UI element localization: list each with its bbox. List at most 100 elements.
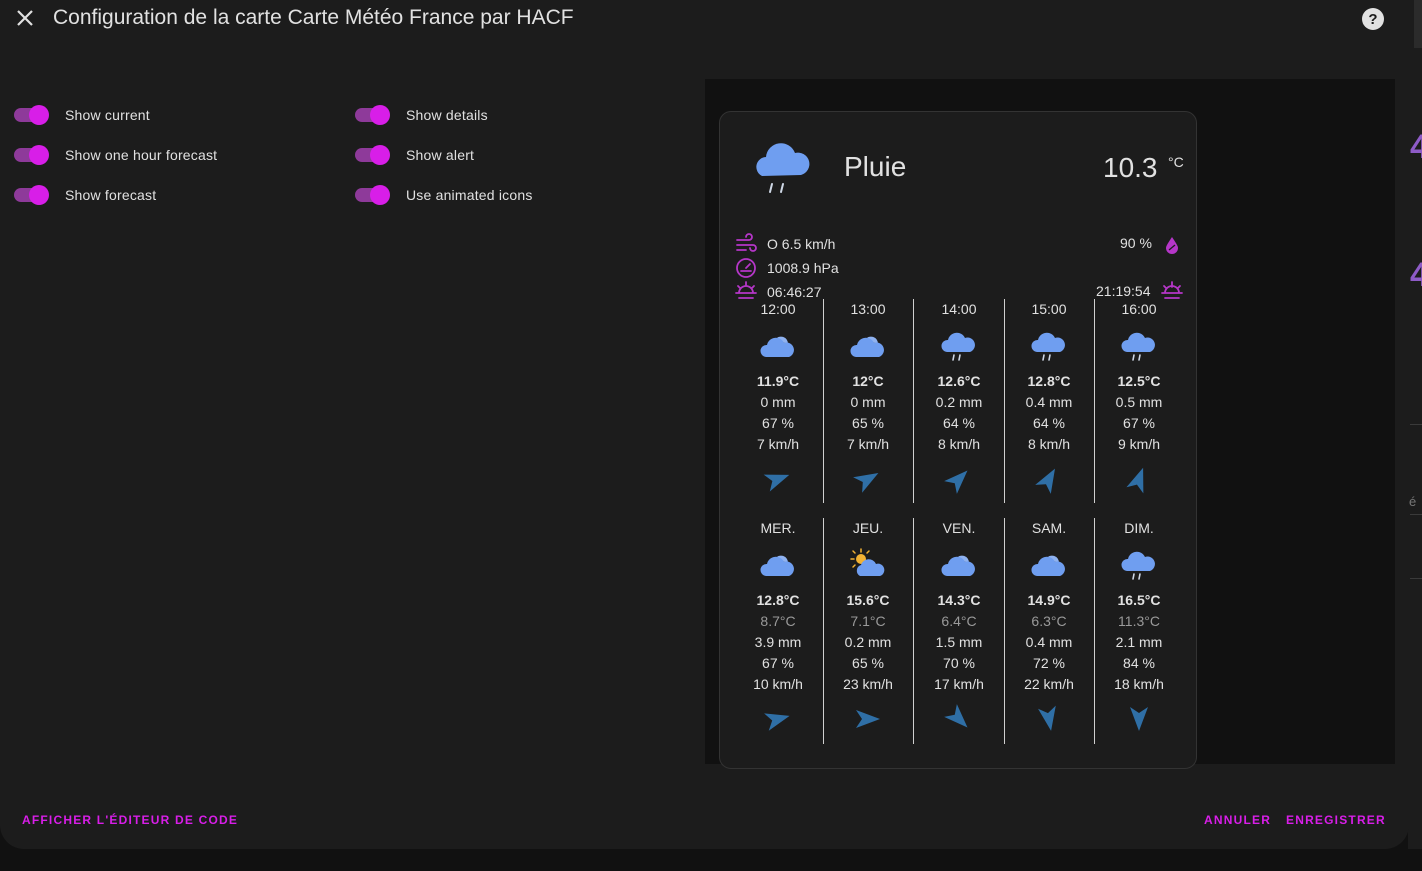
toggle-label: Show one hour forecast <box>65 147 218 163</box>
daily-precipitation: 2.1 mm <box>1115 634 1163 650</box>
daily-temp-low: 6.4°C <box>941 613 977 629</box>
wind-direction-arrow-icon <box>1126 467 1144 494</box>
wind-direction-arrow-icon <box>764 713 790 731</box>
toggle-label: Show forecast <box>65 187 157 203</box>
column-divider <box>913 518 914 744</box>
toggle-show-one-hour-forecast[interactable]: Show one hour forecast <box>12 143 217 167</box>
current-condition: Pluie <box>844 151 907 182</box>
daily-wind-speed: 18 km/h <box>1114 676 1164 692</box>
daily-humidity: 70 % <box>943 655 975 671</box>
daily-temp-low: 6.3°C <box>1031 613 1067 629</box>
daily-column: MER. 12.8°C 8.7°C 3.9 mm 67 % 10 km/h <box>733 518 823 739</box>
dialog-header: Configuration de la carte Carte Météo Fr… <box>0 0 1409 40</box>
daily-temp-high: 14.3°C <box>937 592 981 608</box>
rainy-icon <box>1031 332 1065 361</box>
toggle-switch[interactable] <box>12 145 49 165</box>
column-divider <box>1094 518 1095 744</box>
humidity-value: 90 % <box>1120 235 1152 251</box>
hourly-precipitation: 0.4 mm <box>1025 394 1073 410</box>
hourly-column: 16:00 12.5°C 0.5 mm 67 % 9 km/h <box>1094 299 1184 499</box>
daily-temp-high: 16.5°C <box>1117 592 1161 608</box>
cancel-button[interactable]: ANNULER <box>1204 813 1271 827</box>
hourly-column: 14:00 12.6°C 0.2 mm 64 % 8 km/h <box>914 299 1004 499</box>
wind-direction-arrow-icon <box>1130 707 1148 731</box>
wind-direction-arrow-icon <box>1038 705 1056 731</box>
toggle-switch[interactable] <box>12 105 49 125</box>
background-divider <box>1410 424 1422 425</box>
hourly-column: 13:00 12°C 0 mm 65 % 7 km/h <box>823 299 913 499</box>
cloudy-icon <box>760 336 794 357</box>
hourly-humidity: 67 % <box>1123 415 1155 431</box>
daily-precipitation: 0.2 mm <box>844 634 892 650</box>
background-divider <box>1410 514 1422 515</box>
hourly-humidity: 67 % <box>762 415 794 431</box>
daily-temp-low: 7.1°C <box>850 613 886 629</box>
help-button[interactable]: ? <box>1362 8 1384 30</box>
daily-day: MER. <box>760 520 796 536</box>
show-code-editor-button[interactable]: AFFICHER L'ÉDITEUR DE CODE <box>22 813 238 827</box>
cloudy-icon <box>1031 555 1065 576</box>
toggle-show-current[interactable]: Show current <box>12 103 150 127</box>
toggle-show-details[interactable]: Show details <box>353 103 488 127</box>
hourly-humidity: 65 % <box>852 415 884 431</box>
config-dialog: Configuration de la carte Carte Météo Fr… <box>0 0 1409 849</box>
wind-direction-arrow-icon <box>856 710 880 728</box>
toggle-show-alert[interactable]: Show alert <box>353 143 474 167</box>
toggle-switch[interactable] <box>353 105 390 125</box>
background-bottom <box>0 849 1422 871</box>
daily-wind-speed: 17 km/h <box>934 676 984 692</box>
toggle-label: Show current <box>65 107 150 123</box>
toggle-switch[interactable] <box>353 185 390 205</box>
background-page: 4 4 é <box>1408 0 1422 871</box>
column-divider <box>823 518 824 744</box>
daily-temp-high: 15.6°C <box>846 592 890 608</box>
hourly-wind-speed: 7 km/h <box>846 436 889 452</box>
sunset-value: 21:19:54 <box>1096 283 1151 299</box>
hourly-humidity: 64 % <box>1033 415 1065 431</box>
hourly-wind-speed: 8 km/h <box>1027 436 1070 452</box>
daily-wind-speed: 22 km/h <box>1024 676 1074 692</box>
rainy-icon <box>1121 551 1155 580</box>
daily-wind-speed: 23 km/h <box>843 676 893 692</box>
hourly-wind-speed: 9 km/h <box>1117 436 1160 452</box>
background-glyph: 4 <box>1410 128 1422 166</box>
pressure-value: 1008.9 hPa <box>767 260 839 276</box>
toggle-label: Use animated icons <box>406 187 533 203</box>
hourly-column: 12:00 11.9°C 0 mm 67 % 7 km/h <box>733 299 823 499</box>
daily-humidity: 67 % <box>762 655 794 671</box>
background-bar <box>1414 0 1422 48</box>
wind-icon <box>736 233 757 252</box>
background-glyph: 4 <box>1410 256 1422 294</box>
daily-temp-high: 12.8°C <box>756 592 800 608</box>
cloudy-icon <box>760 555 794 576</box>
humidity-drop-icon <box>1166 237 1178 254</box>
save-button[interactable]: ENREGISTRER <box>1286 813 1386 827</box>
hourly-temperature: 12.6°C <box>937 373 981 389</box>
rainy-icon <box>1121 332 1155 361</box>
toggle-switch[interactable] <box>12 185 49 205</box>
background-divider <box>1410 578 1422 579</box>
daily-day: SAM. <box>1031 520 1067 536</box>
wind-direction-arrow-icon <box>763 474 790 492</box>
toggle-use-animated-icons[interactable]: Use animated icons <box>353 183 533 207</box>
wind-value: O 6.5 km/h <box>767 236 836 252</box>
close-button[interactable] <box>13 6 37 30</box>
temperature-unit: °C <box>1168 154 1184 170</box>
hourly-time: 13:00 <box>850 301 886 317</box>
wind-direction-arrow-icon <box>853 473 879 493</box>
column-divider <box>1004 518 1005 744</box>
hourly-temperature: 12°C <box>852 373 884 389</box>
close-icon <box>17 10 33 26</box>
column-divider <box>913 299 914 503</box>
toggle-switch[interactable] <box>353 145 390 165</box>
hourly-precipitation: 0.5 mm <box>1115 394 1163 410</box>
hourly-wind-speed: 7 km/h <box>756 436 799 452</box>
background-text-fragment: é <box>1409 494 1417 509</box>
current-temperature: 10.3 <box>1103 152 1158 183</box>
daily-humidity: 84 % <box>1123 655 1155 671</box>
hourly-temperature: 12.8°C <box>1027 373 1071 389</box>
daily-day: VEN. <box>942 520 976 536</box>
column-divider <box>1004 299 1005 503</box>
toggle-show-forecast[interactable]: Show forecast <box>12 183 156 207</box>
hourly-temperature: 12.5°C <box>1117 373 1161 389</box>
